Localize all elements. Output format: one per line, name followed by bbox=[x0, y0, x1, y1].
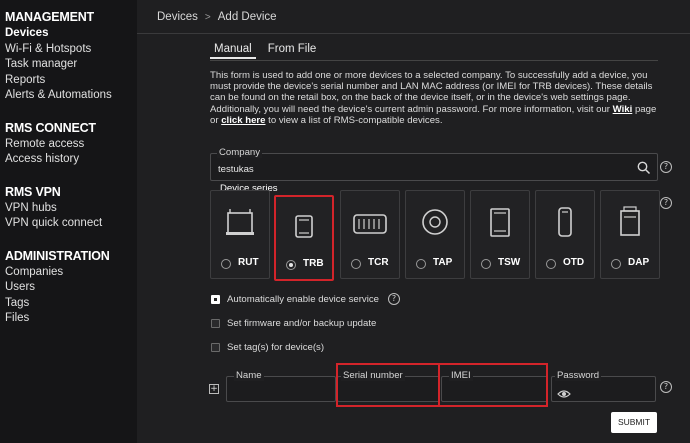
rut-radio[interactable] bbox=[221, 259, 231, 269]
submit-button[interactable]: SUBMIT bbox=[611, 412, 657, 433]
auto-enable-label: Automatically enable device service bbox=[227, 293, 379, 305]
sidebar-item-users[interactable]: Users bbox=[0, 280, 137, 296]
rut-device-icon bbox=[226, 209, 254, 235]
sidebar-section-rms-vpn: RMS VPN VPN hubs VPN quick connect bbox=[0, 183, 137, 232]
auto-enable-checkbox[interactable] bbox=[211, 294, 220, 304]
device-series-group: Device series RUT TRB TCR TAP TSW OTD DA… bbox=[210, 183, 660, 285]
tab-manual[interactable]: Manual bbox=[210, 41, 256, 59]
tcr-label: TCR bbox=[368, 257, 389, 268]
tags-label: Set tag(s) for device(s) bbox=[227, 342, 325, 353]
rut-label: RUT bbox=[238, 257, 259, 268]
sidebar-item-files[interactable]: Files bbox=[0, 311, 137, 327]
series-card-trb[interactable]: TRB bbox=[274, 195, 334, 281]
otd-label: OTD bbox=[563, 257, 585, 268]
sidebar-item-tags[interactable]: Tags bbox=[0, 296, 137, 312]
tab-divider bbox=[210, 60, 658, 61]
sidebar-heading-rms-vpn: RMS VPN bbox=[5, 184, 61, 199]
tsw-device-icon bbox=[490, 208, 510, 237]
otd-radio[interactable] bbox=[546, 259, 556, 269]
tap-device-icon bbox=[422, 209, 448, 235]
tab-from-file[interactable]: From File bbox=[264, 41, 321, 59]
device-row: + Name Serial number IMEI Password bbox=[209, 363, 666, 407]
firmware-option[interactable]: Set firmware and/or backup update bbox=[211, 318, 376, 329]
click-here-link[interactable]: click here bbox=[221, 115, 265, 126]
breadcrumb-devices-link[interactable]: Devices bbox=[157, 11, 198, 23]
sidebar-item-alerts[interactable]: Alerts & Automations bbox=[0, 88, 137, 104]
sidebar: MANAGEMENT Devices Wi-Fi & Hotspots Task… bbox=[0, 0, 137, 443]
breadcrumb-separator: > bbox=[204, 11, 211, 23]
serial-number-highlight bbox=[336, 363, 440, 407]
search-icon[interactable] bbox=[637, 160, 651, 179]
series-card-tsw[interactable]: TSW bbox=[470, 190, 530, 279]
sidebar-item-reports[interactable]: Reports bbox=[0, 73, 137, 89]
company-help-icon[interactable]: ? bbox=[660, 161, 672, 173]
series-card-tap[interactable]: TAP bbox=[405, 190, 465, 279]
tags-option[interactable]: Set tag(s) for device(s) bbox=[211, 342, 324, 353]
tcr-radio[interactable] bbox=[351, 259, 361, 269]
company-label: Company bbox=[217, 147, 263, 158]
dap-radio[interactable] bbox=[611, 259, 621, 269]
password-label: Password bbox=[555, 370, 602, 381]
sidebar-item-vpn-quick-connect[interactable]: VPN quick connect bbox=[0, 216, 137, 232]
sidebar-item-wifi-hotspots[interactable]: Wi-Fi & Hotspots bbox=[0, 42, 137, 58]
series-card-dap[interactable]: DAP bbox=[600, 190, 660, 279]
sidebar-heading-rms-connect: RMS CONNECT bbox=[5, 120, 96, 135]
wiki-link[interactable]: Wiki bbox=[613, 104, 633, 115]
trb-radio[interactable] bbox=[286, 260, 296, 270]
tcr-device-icon bbox=[353, 214, 387, 234]
company-value: testukas bbox=[218, 164, 254, 175]
dap-device-icon bbox=[620, 206, 640, 236]
sidebar-item-access-history[interactable]: Access history bbox=[0, 152, 137, 168]
name-label: Name bbox=[234, 370, 264, 381]
intro-text: This form is used to add one or more dev… bbox=[210, 70, 662, 126]
tab-bar: Manual From File bbox=[210, 41, 320, 59]
company-field[interactable]: Company testukas bbox=[210, 147, 658, 181]
main-content: Devices > Add Device Manual From File Th… bbox=[137, 0, 690, 443]
trb-label: TRB bbox=[303, 258, 324, 269]
sidebar-item-companies[interactable]: Companies bbox=[0, 265, 137, 281]
sidebar-section-administration: ADMINISTRATION Companies Users Tags File… bbox=[0, 247, 137, 327]
firmware-label: Set firmware and/or backup update bbox=[227, 318, 377, 329]
intro-text-1: This form is used to add one or more dev… bbox=[210, 70, 653, 115]
series-help-icon[interactable]: ? bbox=[660, 197, 672, 209]
imei-highlight bbox=[438, 363, 548, 407]
dap-label: DAP bbox=[628, 257, 650, 268]
header-divider bbox=[137, 33, 690, 34]
device-row-help-icon[interactable]: ? bbox=[660, 381, 672, 393]
sidebar-section-management: MANAGEMENT Devices Wi-Fi & Hotspots Task… bbox=[0, 8, 137, 104]
otd-device-icon bbox=[558, 207, 572, 237]
sidebar-item-vpn-hubs[interactable]: VPN hubs bbox=[0, 201, 137, 217]
series-card-rut[interactable]: RUT bbox=[210, 190, 270, 279]
tags-checkbox[interactable] bbox=[211, 343, 220, 352]
tsw-radio[interactable] bbox=[481, 259, 491, 269]
sidebar-item-devices[interactable]: Devices bbox=[0, 26, 137, 42]
eye-icon[interactable] bbox=[557, 384, 571, 403]
trb-device-icon bbox=[295, 215, 313, 238]
firmware-checkbox[interactable] bbox=[211, 319, 220, 328]
sidebar-item-remote-access[interactable]: Remote access bbox=[0, 137, 137, 153]
tap-radio[interactable] bbox=[416, 259, 426, 269]
series-card-otd[interactable]: OTD bbox=[535, 190, 595, 279]
sidebar-section-rms-connect: RMS CONNECT Remote access Access history bbox=[0, 119, 137, 168]
plus-icon[interactable]: + bbox=[209, 384, 219, 394]
auto-enable-option[interactable]: Automatically enable device service ? bbox=[211, 293, 400, 305]
tsw-label: TSW bbox=[498, 257, 521, 268]
series-card-tcr[interactable]: TCR bbox=[340, 190, 400, 279]
sidebar-item-task-manager[interactable]: Task manager bbox=[0, 57, 137, 73]
tap-label: TAP bbox=[433, 257, 453, 268]
breadcrumb-current: Add Device bbox=[217, 11, 277, 23]
auto-enable-help-icon[interactable]: ? bbox=[387, 293, 400, 305]
breadcrumb: Devices > Add Device bbox=[157, 11, 277, 23]
intro-text-3: to view a list of RMS-compatible devices… bbox=[265, 114, 443, 126]
sidebar-heading-administration: ADMINISTRATION bbox=[5, 248, 110, 263]
sidebar-heading-management: MANAGEMENT bbox=[5, 10, 94, 24]
